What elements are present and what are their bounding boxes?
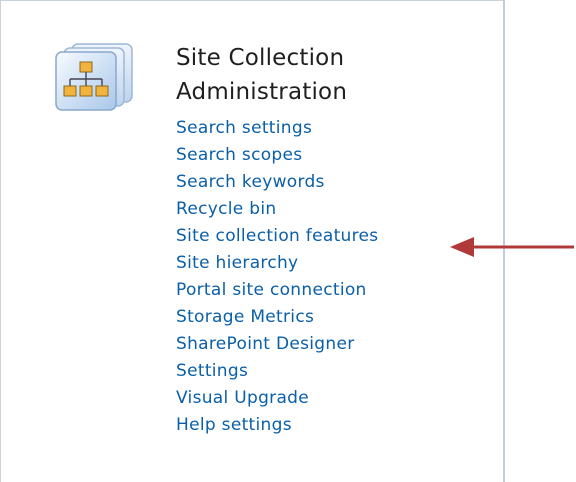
link-recycle-bin[interactable]: Recycle bin xyxy=(176,196,496,223)
link-storage-metrics[interactable]: Storage Metrics xyxy=(176,304,496,331)
link-sharepoint-designer[interactable]: SharePoint Designer xyxy=(176,331,496,358)
section-title: Site Collection Administration xyxy=(176,41,476,109)
link-search-settings[interactable]: Search settings xyxy=(176,115,496,142)
link-portal-site-connection[interactable]: Portal site connection xyxy=(176,277,496,304)
pointer-arrow-icon xyxy=(450,237,574,257)
admin-links-list: Search settings Search scopes Search key… xyxy=(176,115,496,439)
site-hierarchy-icon xyxy=(55,43,133,111)
section-title-line-1: Site Collection xyxy=(176,45,345,71)
section-title-line-2: Administration xyxy=(176,79,348,105)
link-search-keywords[interactable]: Search keywords xyxy=(176,169,496,196)
panel-left-border xyxy=(0,0,1,482)
panel-top-border xyxy=(0,0,505,1)
link-visual-upgrade[interactable]: Visual Upgrade xyxy=(176,385,496,412)
link-search-scopes[interactable]: Search scopes xyxy=(176,142,496,169)
link-site-hierarchy[interactable]: Site hierarchy xyxy=(176,250,496,277)
link-sharepoint-designer-settings[interactable]: Settings xyxy=(176,358,496,385)
site-settings-panel: Site Collection Administration Search se… xyxy=(0,0,505,482)
link-help-settings[interactable]: Help settings xyxy=(176,412,496,439)
link-site-collection-features[interactable]: Site collection features xyxy=(176,223,496,250)
